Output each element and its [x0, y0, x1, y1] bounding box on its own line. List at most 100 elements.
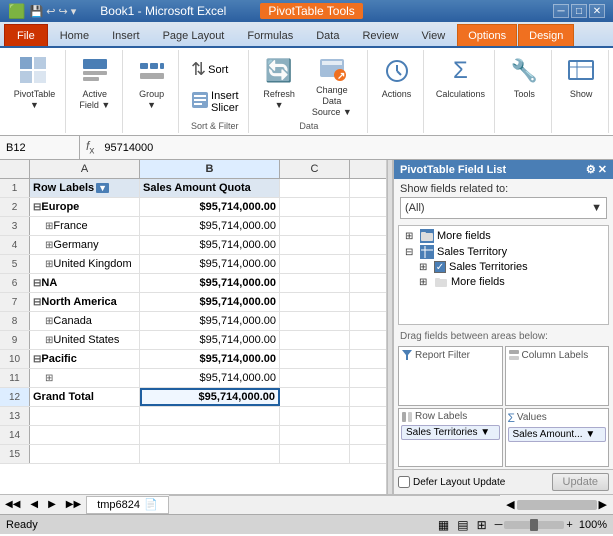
- sheet-tab-prev-icon[interactable]: ◀◀: [0, 497, 25, 512]
- cell-13a[interactable]: [30, 407, 140, 425]
- expand-icon[interactable]: ⊟: [33, 354, 41, 365]
- cell-9a[interactable]: ⊞ United States: [30, 331, 140, 349]
- cell-1a[interactable]: Row Labels ▼: [30, 179, 140, 197]
- col-header-a[interactable]: A: [30, 160, 140, 178]
- expand-icon[interactable]: ⊟: [33, 202, 41, 213]
- cell-10a[interactable]: ⊟ Pacific: [30, 350, 140, 368]
- row-labels-chip[interactable]: Sales Territories ▼: [401, 425, 500, 440]
- cell-11a[interactable]: ⊞: [30, 369, 140, 387]
- tab-formulas[interactable]: Formulas: [236, 24, 304, 46]
- expand-more-fields-2-icon[interactable]: ⊞: [419, 277, 431, 288]
- sort-button[interactable]: ⇅ Sort: [186, 55, 233, 85]
- cell-4a[interactable]: ⊞ Germany: [30, 236, 140, 254]
- cell-8c[interactable]: [280, 312, 350, 330]
- calculations-button[interactable]: Σ Calculations: [431, 52, 490, 118]
- list-item[interactable]: ⊞ More fields: [403, 228, 604, 244]
- tab-file[interactable]: File: [4, 24, 48, 46]
- view-page-icon[interactable]: ⊞: [477, 518, 487, 532]
- h-scrollbar[interactable]: [517, 500, 597, 510]
- field-list-tree[interactable]: ⊞ More fields ⊟ Sales Territory ⊞ ✓ Sale…: [398, 225, 609, 325]
- expand-icon[interactable]: ⊞: [45, 240, 53, 251]
- cell-2c[interactable]: [280, 198, 350, 216]
- defer-checkbox[interactable]: [398, 476, 410, 488]
- col-header-c[interactable]: C: [280, 160, 350, 178]
- fl-area-values[interactable]: Σ Values Sales Amount... ▼: [505, 408, 610, 468]
- view-normal-icon[interactable]: ▦: [438, 518, 449, 532]
- expand-sales-territories-icon[interactable]: ⊞: [419, 262, 431, 273]
- group-button[interactable]: Group▼: [130, 52, 174, 118]
- cell-4b[interactable]: $95,714,000.00: [140, 236, 280, 254]
- expand-sales-territory-icon[interactable]: ⊟: [405, 247, 417, 258]
- tools-button[interactable]: 🔧 Tools: [502, 52, 546, 118]
- tab-insert[interactable]: Insert: [101, 24, 151, 46]
- tab-design[interactable]: Design: [518, 24, 574, 46]
- cell-12c[interactable]: [280, 388, 350, 406]
- fields-dropdown[interactable]: (All) ▼: [400, 197, 607, 219]
- col-header-b[interactable]: B: [140, 160, 280, 178]
- filter-icon[interactable]: ▼: [96, 183, 109, 193]
- active-field-button[interactable]: ActiveField ▼: [73, 52, 117, 118]
- cell-6a[interactable]: ⊟ NA: [30, 274, 140, 292]
- window-controls[interactable]: ─ □ ✕: [553, 4, 605, 18]
- sales-territories-checkbox[interactable]: ✓: [434, 261, 446, 273]
- cell-5b[interactable]: $95,714,000.00: [140, 255, 280, 273]
- cell-15a[interactable]: [30, 445, 140, 463]
- zoom-slider[interactable]: [504, 521, 564, 529]
- zoom-out-icon[interactable]: ─: [495, 519, 503, 531]
- tab-data[interactable]: Data: [305, 24, 350, 46]
- cell-6c[interactable]: [280, 274, 350, 292]
- cell-3c[interactable]: [280, 217, 350, 235]
- cell-1b[interactable]: Sales Amount Quota: [140, 179, 280, 197]
- expand-icon[interactable]: ⊞: [45, 335, 53, 346]
- cell-5c[interactable]: [280, 255, 350, 273]
- minimize-button[interactable]: ─: [553, 4, 569, 18]
- close-button[interactable]: ✕: [589, 4, 605, 18]
- cell-6b[interactable]: $95,714,000.00: [140, 274, 280, 292]
- tab-home[interactable]: Home: [49, 24, 100, 46]
- cell-7b[interactable]: $95,714,000.00: [140, 293, 280, 311]
- cell-8a[interactable]: ⊞ Canada: [30, 312, 140, 330]
- change-data-source-button[interactable]: ↗ Change DataSource ▼: [303, 52, 361, 118]
- cell-8b[interactable]: $95,714,000.00: [140, 312, 280, 330]
- list-item[interactable]: ⊟ Sales Territory: [403, 244, 604, 260]
- restore-button[interactable]: □: [571, 4, 587, 18]
- cell-2a[interactable]: ⊟ Europe: [30, 198, 140, 216]
- cell-3a[interactable]: ⊞ France: [30, 217, 140, 235]
- cell-12a[interactable]: Grand Total: [30, 388, 140, 406]
- sheet-tab-next-icon[interactable]: ▶: [43, 497, 61, 512]
- fl-area-row-labels[interactable]: Row Labels Sales Territories ▼: [398, 408, 503, 468]
- cell-14a[interactable]: [30, 426, 140, 444]
- field-list-close-icon[interactable]: ✕: [598, 163, 607, 176]
- pivottable-button[interactable]: PivotTable▼: [9, 52, 61, 118]
- cell-4c[interactable]: [280, 236, 350, 254]
- cell-10c[interactable]: [280, 350, 350, 368]
- sheet-tab-prev2-icon[interactable]: ◀: [25, 497, 43, 512]
- cell-5a[interactable]: ⊞ United Kingdom: [30, 255, 140, 273]
- view-layout-icon[interactable]: ▤: [457, 518, 468, 532]
- fl-area-column-labels[interactable]: Column Labels: [505, 346, 610, 406]
- list-item[interactable]: ⊞ ✓ Sales Territories: [403, 260, 604, 274]
- cell-9c[interactable]: [280, 331, 350, 349]
- cell-13c[interactable]: [280, 407, 350, 425]
- cell-7a[interactable]: ⊟ North America: [30, 293, 140, 311]
- cell-2b[interactable]: $95,714,000.00: [140, 198, 280, 216]
- name-box[interactable]: B12: [0, 136, 80, 159]
- expand-icon[interactable]: ⊞: [45, 259, 53, 270]
- expand-icon[interactable]: ⊞: [45, 221, 53, 232]
- insert-slicer-button[interactable]: InsertSlicer: [186, 87, 244, 117]
- values-chip[interactable]: Sales Amount... ▼: [508, 427, 607, 442]
- cell-9b[interactable]: $95,714,000.00: [140, 331, 280, 349]
- fl-area-report-filter[interactable]: Report Filter: [398, 346, 503, 406]
- formula-content[interactable]: 95714000: [100, 140, 613, 156]
- tab-options[interactable]: Options: [457, 24, 517, 46]
- sheet-tab-tmp6824[interactable]: tmp6824 📄: [86, 496, 169, 514]
- defer-layout-update[interactable]: Defer Layout Update: [398, 476, 505, 488]
- expand-icon[interactable]: ⊞: [45, 373, 53, 384]
- cell-11b[interactable]: $95,714,000.00: [140, 369, 280, 387]
- scroll-right-icon[interactable]: ▶: [599, 498, 607, 511]
- tab-page-layout[interactable]: Page Layout: [152, 24, 236, 46]
- cell-12b[interactable]: $95,714,000.00: [140, 388, 280, 406]
- field-list-settings-icon[interactable]: ⚙: [586, 163, 596, 176]
- cell-13b[interactable]: [140, 407, 280, 425]
- zoom-in-icon[interactable]: +: [566, 519, 572, 531]
